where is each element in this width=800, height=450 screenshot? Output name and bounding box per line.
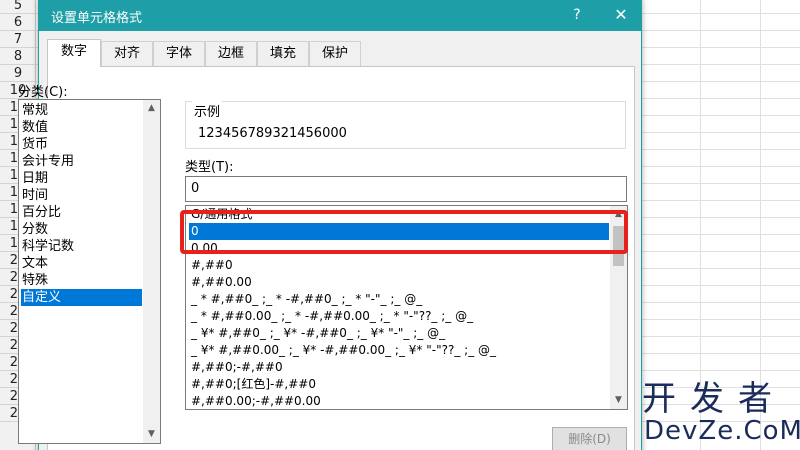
tab-1[interactable]: 数字 <box>47 39 101 67</box>
format-item[interactable]: _ * #,##0.00_ ;_ * -#,##0.00_ ;_ * "-"??… <box>189 308 609 325</box>
tab-2[interactable]: 对齐 <box>101 41 153 66</box>
watermark-bottom-text: DevZe.CoM <box>644 416 800 446</box>
watermark-top-text: 开发者 <box>642 379 786 419</box>
category-item[interactable]: 科学记数 <box>21 238 142 255</box>
row-header[interactable]: 5 <box>0 0 36 14</box>
format-item[interactable]: #,##0.00 <box>189 274 609 291</box>
category-item[interactable]: 时间 <box>21 187 142 204</box>
category-item[interactable]: 文本 <box>21 255 142 272</box>
red-highlight-annotation <box>180 210 628 254</box>
type-label: 类型(T): <box>185 160 234 175</box>
category-item[interactable]: 分数 <box>21 221 142 238</box>
sample-group <box>185 101 626 149</box>
tab-6[interactable]: 保护 <box>309 41 361 66</box>
format-item[interactable]: _ ¥* #,##0_ ;_ ¥* -#,##0_ ;_ ¥* "-"_ ;_ … <box>189 325 609 342</box>
row-header[interactable]: 8 <box>0 48 36 65</box>
dialog-title: 设置单元格格式 <box>51 11 143 26</box>
scroll-up-icon[interactable]: ▲ <box>143 100 160 117</box>
tab-5[interactable]: 填充 <box>257 41 309 66</box>
category-item[interactable]: 日期 <box>21 170 142 187</box>
dialog-titlebar[interactable]: 设置单元格格式 ? ✕ <box>39 0 641 31</box>
delete-button[interactable]: 删除(D) <box>552 427 627 450</box>
category-scrollbar[interactable]: ▲ ▼ <box>143 100 160 443</box>
category-item[interactable]: 会计专用 <box>21 153 142 170</box>
category-item[interactable]: 百分比 <box>21 204 142 221</box>
format-item[interactable]: _ * #,##0_ ;_ * -#,##0_ ;_ * "-"_ ;_ @_ <box>189 291 609 308</box>
format-item[interactable]: #,##0;-#,##0 <box>189 359 609 376</box>
row-header[interactable]: 7 <box>0 31 36 48</box>
format-item[interactable]: _ ¥* #,##0.00_ ;_ ¥* -#,##0.00_ ;_ ¥* "-… <box>189 342 609 359</box>
type-input[interactable]: 0 <box>185 176 627 202</box>
watermark-logo: 开发者 DevZe.CoM <box>640 380 800 450</box>
close-button[interactable]: ✕ <box>611 5 631 25</box>
category-item[interactable]: 数值 <box>21 119 142 136</box>
category-item[interactable]: 货币 <box>21 136 142 153</box>
category-label: 分类(C): <box>18 85 68 100</box>
row-header[interactable]: 9 <box>0 65 36 82</box>
category-item[interactable]: 常规 <box>21 102 142 119</box>
scroll-down-icon[interactable]: ▼ <box>610 392 627 409</box>
format-item[interactable]: #,##0;[红色]-#,##0 <box>189 376 609 393</box>
sample-value: 123456789321456000 <box>198 126 347 141</box>
tab-3[interactable]: 字体 <box>153 41 205 66</box>
scroll-down-icon[interactable]: ▼ <box>143 426 160 443</box>
format-item[interactable]: #,##0.00;-#,##0.00 <box>189 393 609 409</box>
tab-4[interactable]: 边框 <box>205 41 257 66</box>
category-item[interactable]: 自定义 <box>21 289 142 306</box>
category-list[interactable]: ▲ ▼ 常规 数值 货币 会计专用 日期 时间 百分比 分数 科学记数 文本 特殊 自定义 <box>18 99 161 444</box>
format-item[interactable]: #,##0 <box>189 257 609 274</box>
row-header[interactable]: 6 <box>0 14 36 31</box>
sample-label: 示例 <box>192 101 223 120</box>
help-button[interactable]: ? <box>569 5 585 25</box>
category-item[interactable]: 特殊 <box>21 272 142 289</box>
